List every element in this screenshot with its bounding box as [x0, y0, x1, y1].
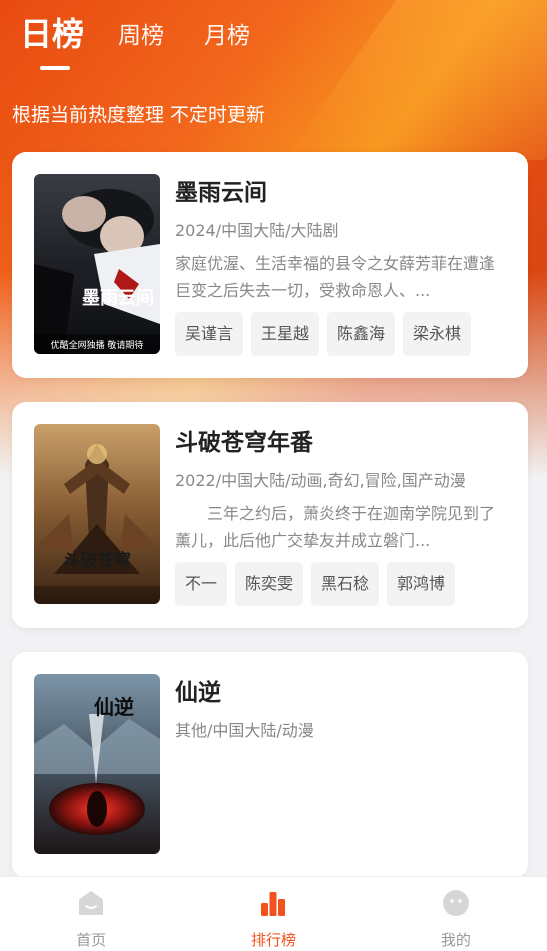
card-meta: 2022/中国大陆/动画,奇幻,冒险,国产动漫 — [175, 471, 466, 490]
card-meta: 其他/中国大陆/动漫 — [175, 721, 314, 740]
cast-chip[interactable]: 梁永棋 — [403, 312, 472, 356]
card-description: 家庭优渥、生活幸福的县令之女薛芳菲在遭逢巨变之后失去一切，受救命恩人、... — [175, 254, 496, 300]
poster-image: 墨雨云间 优酷全网独播 敬请期待 — [34, 174, 160, 354]
poster-caption: 优酷全网独播 敬请期待 — [51, 339, 144, 351]
bar-chart-icon — [261, 892, 286, 916]
card-info: 仙逆 其他/中国大陆/动漫 — [175, 676, 510, 742]
nav-ranking-label: 排行榜 — [250, 931, 296, 949]
ranking-tabs: 日榜 周榜 月榜 — [20, 14, 290, 54]
card-title: 仙逆 — [175, 680, 221, 706]
bottom-nav: 首页 排行榜 我的 — [0, 876, 547, 951]
poster-title-art: 墨雨云间 — [82, 288, 154, 309]
nav-mine-label: 我的 — [440, 931, 471, 949]
ranking-subtitle: 根据当前热度整理 不定时更新 — [12, 104, 266, 126]
cast-chip[interactable]: 不一 — [175, 562, 228, 606]
card-title: 斗破苍穹年番 — [175, 430, 313, 456]
poster-title-art: 仙逆 — [94, 695, 134, 719]
smiley-face-icon — [442, 890, 469, 916]
cast-chips: 不一 陈奕雯 黑石稔 郭鸿博 — [175, 562, 510, 606]
poster-image: 斗破苍穹 — [34, 424, 160, 604]
card-meta: 2024/中国大陆/大陆剧 — [175, 221, 339, 240]
tab-monthly[interactable]: 月榜 — [204, 18, 250, 54]
cast-chips: 吴谨言 王星越 陈鑫海 梁永棋 — [175, 312, 510, 356]
cast-chip[interactable]: 郭鸿博 — [387, 562, 456, 606]
nav-ranking[interactable]: 排行榜 — [182, 877, 364, 951]
cast-chip[interactable]: 王星越 — [251, 312, 320, 356]
poster-title-art: 斗破苍穹 — [63, 550, 131, 571]
card-description: 三年之约后，萧炎终于在迦南学院见到了薰儿，此后他广交挚友并成立磐门... — [175, 504, 496, 550]
card-info: 斗破苍穹年番 2022/中国大陆/动画,奇幻,冒险,国产动漫 三年之约后，萧炎终… — [175, 426, 510, 606]
home-icon — [79, 891, 104, 915]
card-info: 墨雨云间 2024/中国大陆/大陆剧 家庭优渥、生活幸福的县令之女薛芳菲在遭逢巨… — [175, 176, 510, 356]
cast-chip[interactable]: 吴谨言 — [175, 312, 244, 356]
ranking-card-2[interactable]: 斗破苍穹 斗破苍穹年番 2022/中国大陆/动画,奇幻,冒险,国产动漫 三年之约… — [12, 402, 528, 628]
cast-chip[interactable]: 陈鑫海 — [327, 312, 396, 356]
cast-chip[interactable]: 陈奕雯 — [235, 562, 304, 606]
tab-weekly[interactable]: 周榜 — [118, 18, 164, 54]
cast-chip[interactable]: 黑石稔 — [311, 562, 380, 606]
ranking-card-1[interactable]: 墨雨云间 优酷全网独播 敬请期待 墨雨云间 2024/中国大陆/大陆剧 家庭优渥… — [12, 152, 528, 378]
nav-home[interactable]: 首页 — [0, 877, 182, 951]
tab-daily[interactable]: 日榜 — [20, 14, 84, 54]
poster-image: 仙逆 — [34, 674, 160, 854]
tab-indicator — [40, 66, 70, 70]
nav-mine[interactable]: 我的 — [365, 877, 547, 951]
ranking-card-3[interactable]: 仙逆 仙逆 其他/中国大陆/动漫 — [12, 652, 528, 878]
card-title: 墨雨云间 — [175, 180, 267, 206]
nav-home-label: 首页 — [76, 931, 107, 949]
